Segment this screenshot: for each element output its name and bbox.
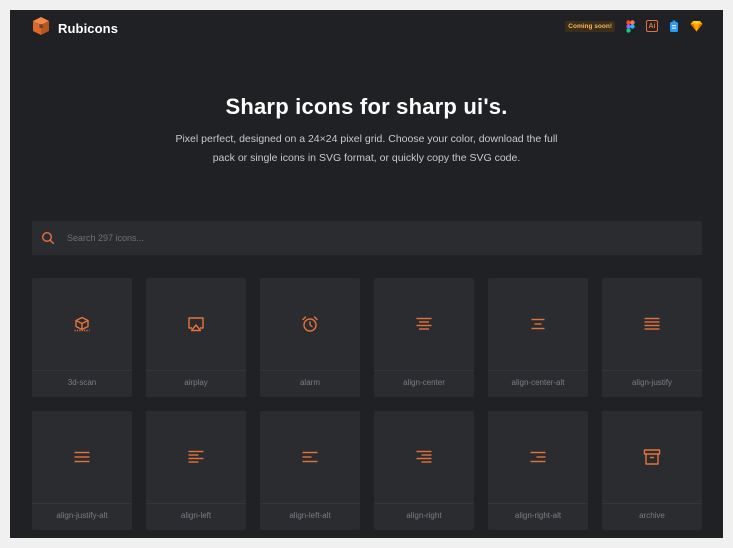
align-justify-alt-icon	[74, 451, 90, 463]
icon-card[interactable]: 3d-scan	[32, 278, 132, 397]
align-right-alt-icon	[530, 451, 546, 463]
hero-title: Sharp icons for sharp ui's.	[225, 94, 508, 119]
icon-card[interactable]: airplay	[146, 278, 246, 397]
hero: Sharp icons for sharp ui's. Pixel perfec…	[10, 94, 723, 168]
icon-card[interactable]: align-left	[146, 411, 246, 530]
airplay-icon	[188, 317, 204, 332]
icon-card[interactable]: align-center	[374, 278, 474, 397]
icon-label: align-left-alt	[289, 511, 331, 520]
icon-card[interactable]: align-right	[374, 411, 474, 530]
cube-logo-icon	[32, 16, 50, 41]
icon-label: alarm	[299, 378, 320, 387]
3d-scan-icon	[74, 316, 90, 332]
icon-label: align-center	[403, 378, 445, 387]
brand-name: Rubicons	[58, 21, 119, 36]
coming-soon-badge: Coming soon!	[565, 20, 615, 32]
alarm-icon	[302, 316, 318, 332]
archive-icon	[643, 449, 661, 465]
hero-subtitle: Pixel perfect, designed on a 24×24 pixel…	[175, 133, 558, 164]
icon-grid: 3d-scan airplay alarm align-center align…	[32, 278, 704, 530]
icon-card[interactable]: align-justify-alt	[32, 411, 132, 530]
icon-label: align-justify	[631, 378, 672, 387]
align-justify-icon	[644, 317, 660, 330]
icon-label: align-justify-alt	[56, 511, 108, 520]
align-left-alt-icon	[302, 451, 318, 463]
illustrator-icon[interactable]: Ai	[645, 19, 659, 33]
figma-icon[interactable]	[623, 19, 637, 33]
top-bar: Rubicons Coming soon! Ai	[10, 10, 723, 44]
align-right-icon	[416, 450, 432, 463]
icon-card[interactable]: align-right-alt	[488, 411, 588, 530]
search-icon	[41, 231, 55, 245]
align-left-icon	[188, 450, 204, 463]
search-bar[interactable]	[32, 221, 702, 255]
icon-label: align-right-alt	[514, 511, 562, 520]
icon-card[interactable]: align-center-alt	[488, 278, 588, 397]
icon-label: align-right	[406, 511, 442, 520]
icon-label: align-center-alt	[511, 378, 565, 387]
icon-label: archive	[639, 511, 665, 520]
brand[interactable]: Rubicons	[32, 16, 118, 41]
icon-card[interactable]: alarm	[260, 278, 360, 397]
icon-card[interactable]: archive	[602, 411, 702, 530]
align-center-alt-icon	[531, 318, 545, 330]
icon-label: align-left	[180, 511, 212, 520]
align-center-icon	[416, 317, 432, 330]
icon-card[interactable]: align-justify	[602, 278, 702, 397]
icon-card[interactable]: align-left-alt	[260, 411, 360, 530]
app-window: Rubicons Coming soon! Ai Sharp icons for…	[10, 10, 723, 538]
search-input[interactable]	[65, 232, 669, 244]
icon-label: 3d-scan	[67, 378, 97, 387]
toolbar: Coming soon! Ai	[565, 19, 703, 33]
sketch-diamond-icon[interactable]	[689, 19, 703, 33]
icon-label: airplay	[184, 378, 208, 387]
sketch-file-icon[interactable]	[667, 19, 681, 33]
